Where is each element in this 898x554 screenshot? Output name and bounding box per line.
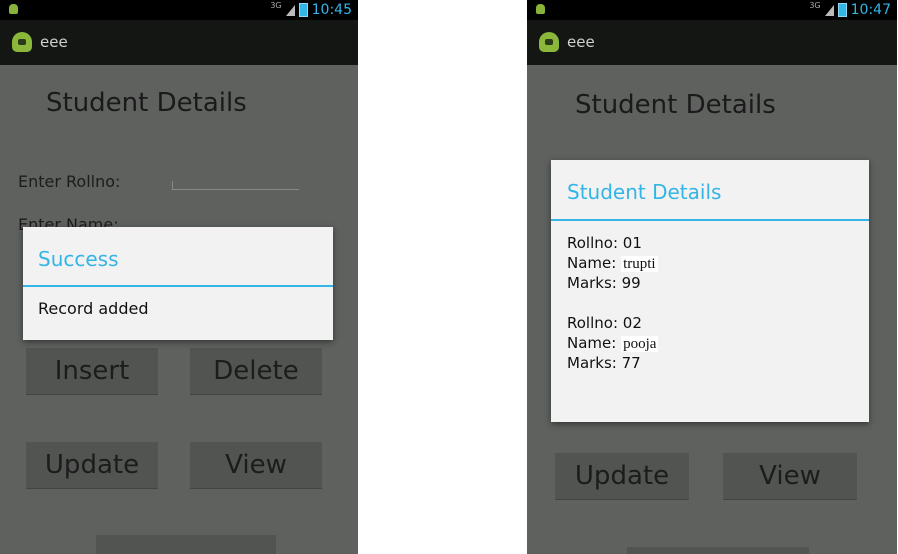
network-type: 3G [809, 1, 821, 10]
rollno-input[interactable] [172, 181, 299, 190]
student-details-dialog: Student Details Rollno: 01 Name: trupti … [551, 160, 869, 422]
record-rollno: Rollno: 01 [567, 234, 642, 252]
android-notification-icon [9, 4, 18, 14]
page-title: Student Details [46, 88, 247, 118]
view-button[interactable]: View [723, 453, 857, 499]
status-bar: 3G 10:45 [0, 0, 358, 20]
dialog-title: Success [38, 247, 119, 271]
record-marks: Marks: 99 [567, 274, 641, 292]
network-type: 3G [270, 1, 282, 10]
rollno-label: Enter Rollno: [18, 172, 121, 191]
delete-button[interactable]: Delete [190, 348, 322, 394]
status-bar: 3G 10:47 [527, 0, 897, 20]
success-dialog: Success Record added [23, 227, 333, 340]
insert-button[interactable]: Insert [26, 348, 158, 394]
update-button[interactable]: Update [26, 442, 158, 488]
record-name: Name: trupti [567, 254, 658, 272]
rollno-value: 01 [622, 234, 642, 252]
app-icon[interactable] [12, 32, 32, 52]
page-title: Student Details [575, 90, 776, 120]
signal-icon [824, 4, 834, 16]
extra-button-partial[interactable] [96, 535, 276, 554]
record-marks: Marks: 77 [567, 354, 641, 372]
action-bar: eee [527, 20, 897, 65]
battery-icon [837, 3, 847, 17]
phone-screen-left: 3G 10:45 eee Student Details Enter Rolln… [0, 0, 358, 554]
record-rollno: Rollno: 02 [567, 314, 642, 332]
battery-icon [298, 3, 308, 17]
app-icon[interactable] [539, 32, 559, 52]
status-time: 10:45 [311, 2, 352, 18]
status-time: 10:47 [850, 2, 891, 18]
android-notification-icon [536, 4, 545, 14]
dialog-title: Student Details [567, 180, 722, 204]
action-bar: eee [0, 20, 358, 65]
dialog-divider [23, 285, 333, 287]
record-name: Name: pooja [567, 334, 659, 352]
signal-icon [285, 4, 295, 16]
name-value: pooja [621, 336, 659, 352]
view-button[interactable]: View [190, 442, 322, 488]
app-title: eee [40, 33, 68, 51]
rollno-value: 02 [622, 314, 642, 332]
update-button[interactable]: Update [555, 453, 689, 499]
app-title: eee [567, 33, 595, 51]
name-value: trupti [621, 256, 658, 272]
extra-button-partial[interactable] [627, 547, 809, 554]
dialog-message: Record added [38, 299, 149, 318]
dialog-divider [551, 219, 869, 221]
marks-value: 77 [621, 354, 641, 372]
marks-value: 99 [621, 274, 641, 292]
phone-screen-right: 3G 10:47 eee Student Details Update View… [527, 0, 897, 554]
